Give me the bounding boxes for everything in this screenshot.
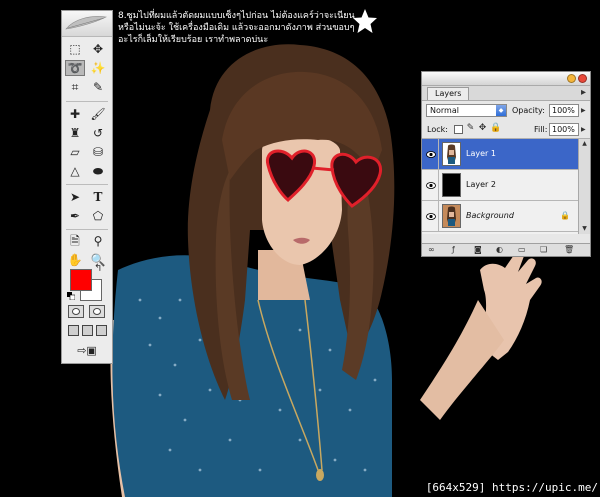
layer-1-thumbnail <box>442 142 461 166</box>
opacity-arrow-icon[interactable]: ▶ <box>581 107 586 114</box>
opacity-label: Opacity: <box>512 106 545 115</box>
adjustment-layer-icon[interactable]: ◐ <box>496 245 503 255</box>
standard-screen-button[interactable] <box>68 325 79 336</box>
lock-image-icon[interactable]: ✎ <box>466 124 475 133</box>
default-colors-icon[interactable] <box>67 292 75 300</box>
layer-lock-icon: 🔒 <box>560 211 570 220</box>
magic-wand-tool-icon[interactable]: ✨ <box>88 60 108 76</box>
lock-label: Lock: <box>427 125 448 134</box>
visibility-eye-icon[interactable] <box>423 139 439 169</box>
scroll-up-icon[interactable]: ▲ <box>579 139 590 149</box>
dodge-tool-icon[interactable]: ⬬ <box>88 163 108 179</box>
layer-row-layer-1[interactable]: Layer 1 <box>422 139 580 170</box>
layers-panel: Layers ▸ Normal ◆ Opacity: 100% ▶ Lock: … <box>421 71 591 257</box>
instruction-line: 8.ซูมไปที่ผมแล้วตัดผมแบบเซ็งๆไปก่อน ไม่ต… <box>118 11 355 21</box>
quick-mask-mode-button[interactable] <box>89 305 105 318</box>
paint-bucket-tool-icon[interactable]: ⛁ <box>88 144 108 160</box>
shape-tool-icon[interactable]: ⬠ <box>88 208 108 224</box>
layer-name: Layer 2 <box>466 180 496 189</box>
maximize-icon[interactable] <box>567 74 576 83</box>
layers-list: Layer 1 Layer 2 Background 🔒 ▲ ▼ <box>422 139 590 234</box>
opacity-field[interactable]: 100% <box>549 104 579 117</box>
tab-layers[interactable]: Layers <box>427 87 470 100</box>
clone-stamp-tool-icon[interactable]: ♜ <box>65 125 85 141</box>
new-layer-icon[interactable]: ❏ <box>540 245 547 255</box>
visibility-eye-icon[interactable] <box>423 201 439 231</box>
full-screen-menu-button[interactable] <box>82 325 93 336</box>
tools-divider <box>66 184 108 185</box>
tools-divider <box>66 229 108 230</box>
link-layers-icon[interactable]: ∞ <box>428 245 435 255</box>
layer-2-thumbnail <box>442 173 461 197</box>
marquee-tool-icon[interactable]: ⬚ <box>65 41 85 57</box>
layers-scrollbar[interactable]: ▲ ▼ <box>578 139 590 234</box>
slice-tool-icon[interactable]: ✎ <box>88 79 108 95</box>
jump-to-imageready-icon[interactable]: ⇨▣ <box>68 342 106 358</box>
close-icon[interactable] <box>578 74 587 83</box>
lock-position-icon[interactable]: ✥ <box>478 124 487 133</box>
fill-label: Fill: <box>534 125 548 134</box>
history-brush-tool-icon[interactable]: ↺ <box>88 125 108 141</box>
path-selection-tool-icon[interactable]: ➤ <box>65 189 85 205</box>
layer-row-background[interactable]: Background 🔒 <box>422 201 580 232</box>
swap-colors-icon[interactable]: ↰ <box>94 263 102 274</box>
layer-style-icon[interactable]: ƒ <box>452 245 455 255</box>
full-screen-button[interactable] <box>96 325 107 336</box>
layer-name: Background <box>466 211 514 220</box>
hand-tool-icon[interactable]: ✋ <box>65 252 85 268</box>
panel-tab-row: Layers ▸ <box>422 86 590 101</box>
tools-divider <box>66 101 108 102</box>
blend-options-row: Normal ◆ Opacity: 100% ▶ <box>422 101 590 121</box>
move-tool-icon[interactable]: ✥ <box>88 41 108 57</box>
pen-tool-icon[interactable]: ✒ <box>65 208 85 224</box>
fill-field[interactable]: 100% <box>549 123 579 136</box>
star-icon <box>353 9 377 33</box>
blend-mode-value: Normal <box>430 106 459 115</box>
layer-row-layer-2[interactable]: Layer 2 <box>422 170 580 201</box>
layers-panel-titlebar[interactable] <box>422 72 590 86</box>
new-group-icon[interactable]: ▭ <box>518 245 526 255</box>
tools-palette: ⬚ ✥ ➰ ✨ ⌗ ✎ ✚ 🖌 ♜ ↺ ▱ ⛁ △ ⬬ ➤ T ✒ ⬠ 🗎 ⚲ … <box>61 10 113 364</box>
lasso-tool-icon[interactable]: ➰ <box>65 60 85 76</box>
delete-layer-icon[interactable]: 🗑 <box>564 245 574 255</box>
instruction-line: อะไรก็เล็มให้เรียบร้อย เราทำพลาดบ่นะ <box>118 35 269 45</box>
layers-bottom-bar: ∞ ƒ ◙ ◐ ▭ ❏ 🗑 <box>422 243 590 256</box>
background-thumbnail <box>442 204 461 228</box>
notes-tool-icon[interactable]: 🗎 <box>65 233 85 249</box>
lock-all-icon[interactable]: 🔒 <box>490 124 501 133</box>
upic-watermark: [664x529] https://upic.me/ <box>425 481 598 494</box>
tools-palette-header[interactable] <box>62 11 112 37</box>
layer-mask-icon[interactable]: ◙ <box>474 245 482 255</box>
layer-name: Layer 1 <box>466 149 496 158</box>
lock-transparency-icon[interactable] <box>454 125 463 134</box>
panel-menu-icon[interactable]: ▸ <box>581 87 586 99</box>
blur-tool-icon[interactable]: △ <box>65 163 85 179</box>
foreground-color-swatch[interactable] <box>70 269 92 291</box>
lock-options-row: Lock: ✎ ✥ 🔒 Fill: 100% ▶ <box>422 121 590 139</box>
visibility-eye-icon[interactable] <box>423 170 439 200</box>
eraser-tool-icon[interactable]: ▱ <box>65 144 85 160</box>
fill-arrow-icon[interactable]: ▶ <box>581 126 586 133</box>
feather-logo-icon <box>65 16 108 30</box>
standard-mode-button[interactable] <box>68 305 84 318</box>
instruction-line: หรือไม่นะจ้ะ ใช้เครื่องมือเดิม แล้วจะออก… <box>118 23 355 33</box>
healing-brush-tool-icon[interactable]: ✚ <box>65 106 85 122</box>
crop-tool-icon[interactable]: ⌗ <box>65 79 85 95</box>
type-tool-icon[interactable]: T <box>88 189 108 205</box>
scroll-down-icon[interactable]: ▼ <box>579 224 590 234</box>
blend-mode-select[interactable]: Normal ◆ <box>426 104 507 117</box>
tutorial-instruction: 8.ซูมไปที่ผมแล้วตัดผมแบบเซ็งๆไปก่อน ไม่ต… <box>118 10 358 46</box>
eyedropper-tool-icon[interactable]: ⚲ <box>88 233 108 249</box>
brush-tool-icon[interactable]: 🖌 <box>88 106 108 122</box>
chevron-updown-icon: ◆ <box>496 105 506 116</box>
